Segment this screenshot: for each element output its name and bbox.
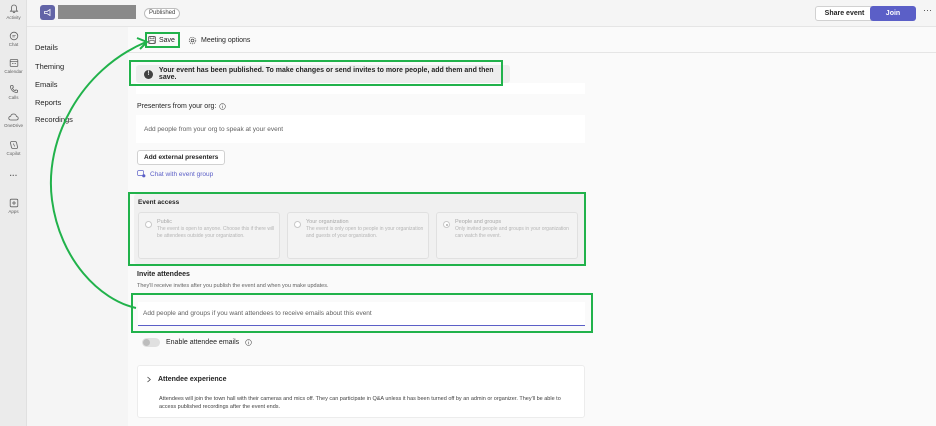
nav-item-reports[interactable]: Reports <box>35 98 61 107</box>
access-option-public[interactable]: Public The event is open to anyone. Choo… <box>138 212 280 259</box>
info-circle-icon[interactable] <box>219 103 227 110</box>
banner-text: Your event has been published. To make c… <box>158 67 494 81</box>
option-desc: Only invited people and groups in your o… <box>455 226 569 239</box>
published-banner: ! Your event has been published. To make… <box>136 65 510 83</box>
rail-label: Activity <box>6 15 21 20</box>
join-button[interactable]: Join <box>870 6 916 21</box>
phone-icon <box>9 85 18 94</box>
access-option-organization[interactable]: Your organization The event is only open… <box>287 212 429 259</box>
rail-calendar[interactable]: Calendar <box>0 58 27 74</box>
nav-item-details[interactable]: Details <box>35 43 58 52</box>
redacted-event-title <box>58 5 136 19</box>
nav-item-recordings[interactable]: Recordings <box>35 115 73 124</box>
rail-label: Calendar <box>4 69 23 74</box>
radio-organization[interactable] <box>294 221 301 228</box>
rail-label: Chat <box>8 42 19 47</box>
info-icon: ! <box>144 69 153 79</box>
option-title: Your organization <box>306 219 349 225</box>
access-option-people-groups[interactable]: People and groups Only invited people an… <box>436 212 578 259</box>
toolbar: Save Meeting options <box>128 27 936 53</box>
radio-public[interactable] <box>145 221 152 228</box>
cloud-icon <box>8 113 19 121</box>
chevron-right-icon <box>147 376 151 383</box>
bell-icon <box>9 4 18 14</box>
rail-label: Calls <box>8 95 19 100</box>
chat-icon <box>9 31 18 41</box>
nav-item-theming[interactable]: Theming <box>35 62 64 71</box>
gear-icon <box>188 36 197 45</box>
app-rail: Activity Chat Calendar Calls OneDrive Co… <box>0 0 27 426</box>
plus-square-icon <box>9 198 18 208</box>
attendee-emails-toggle[interactable] <box>142 338 160 347</box>
presenters-label: Presenters from your org: <box>137 103 217 110</box>
presenters-input[interactable]: Add people from your org to speak at you… <box>136 115 585 143</box>
rail-calls[interactable]: Calls <box>0 84 27 100</box>
chat-with-event-group-link[interactable]: Chat with event group <box>137 170 213 178</box>
details-card-edge <box>136 83 585 94</box>
megaphone-icon <box>44 8 51 17</box>
calendar-icon <box>9 59 18 67</box>
radio-people-groups[interactable] <box>443 221 450 228</box>
attendee-experience-card: Attendee experience Attendees will join … <box>137 365 585 418</box>
attendee-experience-body: Attendees will join the town hall with t… <box>159 396 561 410</box>
invite-placeholder: Add people and groups if you want attend… <box>143 310 372 317</box>
meeting-options-label: Meeting options <box>201 37 251 44</box>
presenters-placeholder: Add people from your org to speak at you… <box>144 125 284 133</box>
option-desc: The event is only open to people in your… <box>306 226 424 239</box>
main-content: Save Meeting options ! Your event has be… <box>128 27 936 426</box>
option-title: People and groups <box>455 219 502 225</box>
option-title: Public <box>157 219 172 225</box>
rail-onedrive[interactable]: OneDrive <box>0 112 27 128</box>
rail-more[interactable]: ··· <box>0 171 27 180</box>
option-desc: The event is open to anyone. Choose this… <box>157 226 275 239</box>
rail-label: Apps <box>8 209 19 214</box>
attendee-emails-toggle-row: Enable attendee emails <box>142 338 252 347</box>
chat-link-label: Chat with event group <box>150 170 214 178</box>
info-circle-icon[interactable] <box>245 339 252 346</box>
top-bar: Published Share event Join ··· <box>27 0 936 27</box>
save-icon <box>148 36 156 44</box>
more-icon: ··· <box>9 171 18 180</box>
rail-apps[interactable]: Apps <box>0 198 27 214</box>
save-button[interactable]: Save <box>148 36 175 44</box>
status-badge: Published <box>144 8 181 19</box>
meeting-options-button[interactable]: Meeting options <box>188 36 250 45</box>
attendee-experience-title: Attendee experience <box>158 376 227 383</box>
event-access-card: Event access Public The event is open to… <box>134 194 585 264</box>
attendee-emails-label: Enable attendee emails <box>166 339 240 346</box>
presenters-label-row: Presenters from your org: <box>137 103 227 110</box>
invite-attendees-input[interactable]: Add people and groups if you want attend… <box>138 302 585 326</box>
group-chat-icon <box>137 170 146 178</box>
add-external-presenters-button[interactable]: Add external presenters <box>137 150 226 165</box>
rail-label: OneDrive <box>3 123 23 128</box>
attendee-experience-header[interactable]: Attendee experience <box>146 376 226 383</box>
save-label: Save <box>159 36 175 44</box>
event-left-nav: Details Theming Emails Reports Recording… <box>27 27 128 426</box>
event-access-title: Event access <box>138 199 180 206</box>
rail-activity[interactable]: Activity <box>0 4 27 20</box>
rail-label: Copilot <box>6 151 21 156</box>
invite-attendees-subtitle: They'll receive invites after you publis… <box>137 283 329 289</box>
share-event-button[interactable]: Share event <box>815 6 874 21</box>
town-hall-app-icon <box>40 5 55 20</box>
more-options-icon[interactable]: ··· <box>923 5 932 15</box>
rail-chat[interactable]: Chat <box>0 31 27 47</box>
rail-copilot[interactable]: Copilot <box>0 140 27 156</box>
copilot-icon <box>9 141 18 149</box>
invite-attendees-title: Invite attendees <box>137 271 190 278</box>
nav-item-emails[interactable]: Emails <box>35 80 58 89</box>
